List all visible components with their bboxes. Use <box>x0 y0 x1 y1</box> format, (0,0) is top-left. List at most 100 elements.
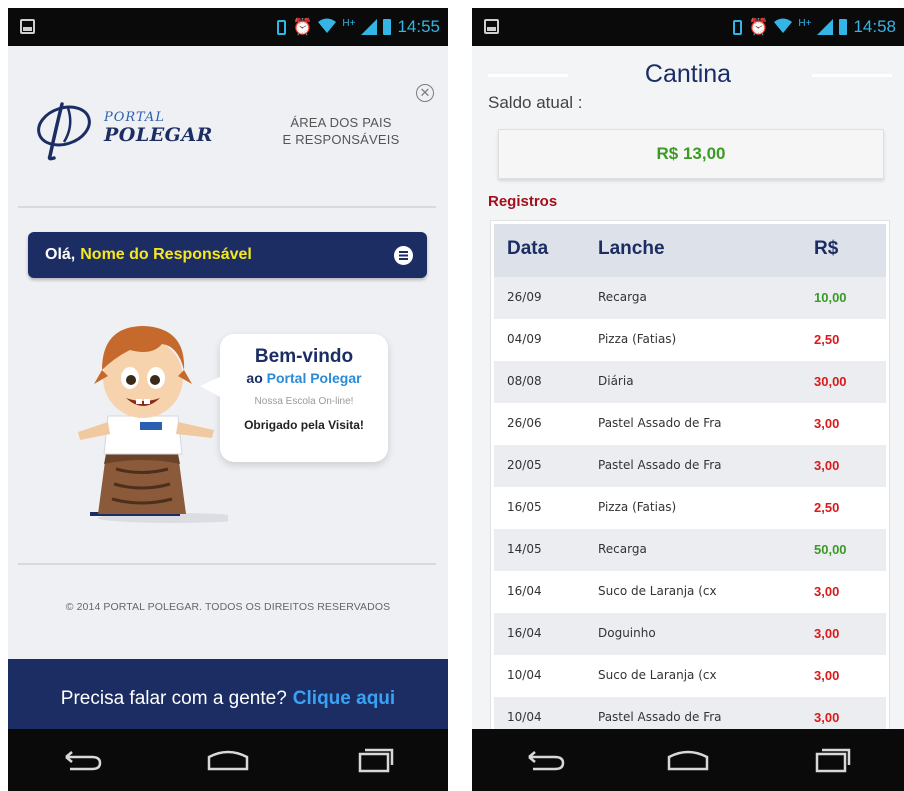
table-body: 26/09 Recarga 10,00 04/09 Pizza (Fatias) 2,50… <box>491 277 889 739</box>
page-title: Cantina <box>644 60 732 88</box>
status-bar: ⏰ H+ 14:58 <box>472 8 904 46</box>
guardian-name: Nome do Responsável <box>80 246 252 263</box>
home-icon[interactable] <box>663 745 713 775</box>
wifi-icon <box>318 18 337 37</box>
portal-screen: ⏰ H+ 14:55 PORTAL POLEGAR ✕ ÁREA DOS PAI… <box>8 8 448 791</box>
copyright-text: © 2014 PORTAL POLEGAR. TODOS OS DIREITOS… <box>65 601 391 613</box>
recents-icon[interactable] <box>807 745 857 775</box>
cell-lanche: Diária <box>598 374 634 388</box>
cell-valor: 3,00 <box>814 584 840 599</box>
signal-icon <box>361 19 378 35</box>
table-row[interactable]: 26/09 Recarga 10,00 <box>494 277 886 319</box>
table-row[interactable]: 16/05 Pizza (Fatias) 2,50 <box>494 487 886 529</box>
table-row[interactable]: 20/05 Pastel Assado de Fra 3,00 <box>494 445 886 487</box>
menu-icon[interactable] <box>394 246 413 265</box>
back-icon[interactable] <box>56 745 106 775</box>
system-nav-bar <box>472 729 904 791</box>
table-row[interactable]: 14/05 Recarga 50,00 <box>494 529 886 571</box>
cell-lanche: Suco de Laranja (cx <box>598 668 717 682</box>
cell-lanche: Pastel Assado de Fra <box>598 416 722 430</box>
clock: 14:58 <box>853 17 896 36</box>
header-divider <box>18 206 436 208</box>
balance-value: R$ 13,00 <box>656 144 726 163</box>
cell-lanche: Recarga <box>598 542 647 556</box>
welcome-thanks: Obrigado pela Visita! <box>244 418 364 432</box>
cell-valor: 3,00 <box>814 668 840 683</box>
cell-valor: 2,50 <box>814 332 840 347</box>
cell-data: 26/06 <box>507 416 542 430</box>
alarm-icon: ⏰ <box>292 19 313 36</box>
home-icon[interactable] <box>203 745 253 775</box>
cell-data: 16/04 <box>507 626 542 640</box>
welcome-tagline: Nossa Escola On-line! <box>254 396 354 407</box>
cell-lanche: Doguinho <box>598 626 656 640</box>
battery-icon <box>383 19 392 35</box>
cell-data: 04/09 <box>507 332 542 346</box>
wifi-icon <box>774 18 793 37</box>
recents-icon[interactable] <box>350 745 400 775</box>
close-icon: ✕ <box>419 85 431 100</box>
contact-text: Precisa falar com a gente? <box>60 688 287 709</box>
cell-lanche: Pizza (Fatias) <box>598 332 677 346</box>
table-row[interactable]: 16/04 Doguinho 3,00 <box>494 613 886 655</box>
cell-lanche: Suco de Laranja (cx <box>598 584 717 598</box>
cell-data: 26/09 <box>507 290 542 304</box>
welcome-sub-prefix: ao <box>246 370 263 386</box>
cell-data: 10/04 <box>507 710 542 724</box>
alarm-icon: ⏰ <box>748 19 769 36</box>
cell-valor: 3,00 <box>814 458 840 473</box>
cell-valor: 30,00 <box>814 374 847 389</box>
column-header-data: Data <box>507 238 549 259</box>
cell-lanche: Pastel Assado de Fra <box>598 710 722 724</box>
cell-lanche: Pizza (Fatias) <box>598 500 677 514</box>
close-button[interactable]: ✕ <box>416 84 434 102</box>
portal-polegar-logo[interactable]: PORTAL POLEGAR <box>34 98 234 168</box>
records-table[interactable]: Data Lanche R$ 26/09 Recarga 10,00 04/09 Piz… <box>490 220 890 740</box>
greeting-prefix: Olá, <box>45 246 76 263</box>
table-header: Data Lanche R$ <box>494 224 886 277</box>
contact-bar[interactable]: Precisa falar com a gente? Clique aqui <box>8 659 448 739</box>
cell-data: 20/05 <box>507 458 542 472</box>
cell-valor: 3,00 <box>814 626 840 641</box>
cell-valor: 3,00 <box>814 710 840 725</box>
mascot-illustration <box>78 326 228 523</box>
balance-label: Saldo atual : <box>488 93 583 112</box>
cantina-screen: ⏰ H+ 14:58 Cantina Saldo atual : R$ 13,0… <box>472 8 904 791</box>
welcome-title: Bem-vindo <box>254 346 354 367</box>
cell-data: 10/04 <box>507 668 542 682</box>
table-row[interactable]: 10/04 Suco de Laranja (cx 3,00 <box>494 655 886 697</box>
cell-data: 14/05 <box>507 542 542 556</box>
contact-link[interactable]: Clique aqui <box>293 688 395 710</box>
picture-icon <box>20 19 35 34</box>
cantina-header: Cantina <box>472 60 904 90</box>
footer-divider <box>18 563 436 565</box>
table-row[interactable]: 26/06 Pastel Assado de Fra 3,00 <box>494 403 886 445</box>
cell-lanche: Pastel Assado de Fra <box>598 458 722 472</box>
cell-data: 16/04 <box>507 584 542 598</box>
battery-icon <box>839 19 848 35</box>
table-row[interactable]: 04/09 Pizza (Fatias) 2,50 <box>494 319 886 361</box>
network-type: H+ <box>798 17 812 29</box>
vibrate-icon <box>277 19 287 35</box>
cell-valor: 3,00 <box>814 416 840 431</box>
table-row[interactable]: 08/08 Diária 30,00 <box>494 361 886 403</box>
column-header-lanche: Lanche <box>598 238 665 259</box>
cell-valor: 10,00 <box>814 290 847 305</box>
status-bar: ⏰ H+ 14:55 <box>8 8 448 46</box>
area-line-1: ÁREA DOS PAIS <box>290 115 392 130</box>
logo-text-polegar: POLEGAR <box>104 124 213 146</box>
vibrate-icon <box>733 19 743 35</box>
signal-icon <box>817 19 834 35</box>
cell-data: 16/05 <box>507 500 542 514</box>
table-row[interactable]: 16/04 Suco de Laranja (cx 3,00 <box>494 571 886 613</box>
cell-valor: 50,00 <box>814 542 847 557</box>
area-line-2: E RESPONSÁVEIS <box>282 132 400 147</box>
system-nav-bar <box>8 729 448 791</box>
clock: 14:55 <box>397 17 440 36</box>
back-icon[interactable] <box>519 745 569 775</box>
picture-icon <box>484 19 499 34</box>
column-header-valor: R$ <box>814 238 839 259</box>
welcome-sub-highlight: Portal Polegar <box>266 370 362 386</box>
greeting-bar: Olá, Nome do Responsável <box>28 232 427 278</box>
cell-lanche: Recarga <box>598 290 647 304</box>
